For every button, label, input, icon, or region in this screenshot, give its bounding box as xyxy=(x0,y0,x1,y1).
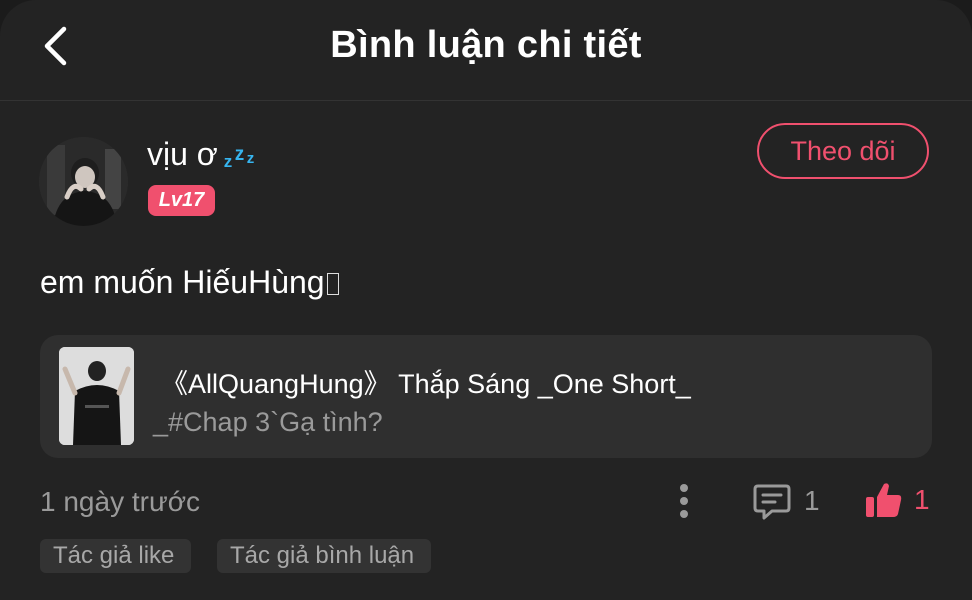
reply-button[interactable]: 1 xyxy=(752,480,820,522)
comment-detail-screen: Bình luận chi tiết vịu ơ z z z Lv17 Theo… xyxy=(0,0,972,600)
comment-text: em muốn HiếuHùng xyxy=(40,264,339,301)
timestamp: 1 ngày trước xyxy=(40,486,201,517)
more-options-button[interactable] xyxy=(668,480,700,522)
story-title: 《AllQuangHung》 Thắp Sáng _One Short_ xyxy=(161,369,691,399)
more-vertical-icon xyxy=(680,484,688,518)
story-chapter: _#Chap 3`Gạ tình? xyxy=(153,407,383,437)
comment-body: em muốn HiếuHùng xyxy=(40,264,325,300)
like-button[interactable]: 1 xyxy=(864,478,930,522)
story-card[interactable]: 《AllQuangHung》 Thắp Sáng _One Short_ _#C… xyxy=(40,335,932,458)
comment-icon xyxy=(753,484,791,520)
follow-button[interactable]: Theo dõi xyxy=(757,123,929,179)
tag-author-commented: Tác giả bình luận xyxy=(217,539,431,573)
zzz-emoji-icon: z z z xyxy=(223,143,255,171)
page-title: Bình luận chi tiết xyxy=(330,24,642,66)
like-count: 1 xyxy=(914,484,930,515)
level-badge: Lv17 xyxy=(148,185,215,216)
username-text: vịu ơ xyxy=(147,136,218,172)
reply-count: 1 xyxy=(804,485,820,516)
story-thumbnail xyxy=(59,347,134,445)
avatar-image xyxy=(39,137,128,226)
thumbs-up-icon xyxy=(866,483,902,517)
username[interactable]: vịu ơ z z z xyxy=(147,136,262,173)
avatar[interactable] xyxy=(39,137,128,226)
header-bar: Bình luận chi tiết xyxy=(0,0,972,101)
missing-glyph-icon xyxy=(326,273,339,295)
tag-author-liked: Tác giả like xyxy=(40,539,191,573)
